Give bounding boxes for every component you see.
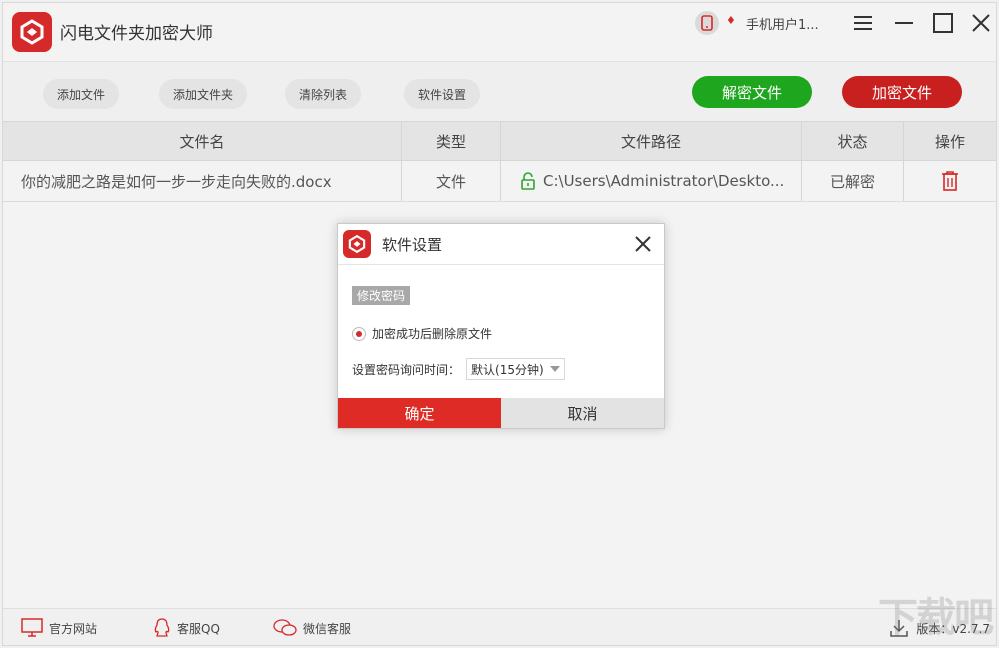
header-action: 操作	[934, 132, 965, 151]
download-icon	[890, 620, 909, 637]
qq-icon	[154, 618, 170, 637]
header-file-name: 文件名	[3, 122, 402, 160]
unlock-icon	[521, 172, 535, 190]
dialog-close-icon[interactable]	[632, 233, 654, 255]
row-path: C:\Users\Administrator\Deskto...	[543, 172, 785, 190]
decrypt-button[interactable]: 解密文件	[692, 76, 812, 108]
ask-time-label: 设置密码询问时间：	[352, 362, 461, 377]
clear-list-button[interactable]: 清除列表	[285, 79, 362, 109]
delete-original-label: 加密成功后删除原文件	[372, 327, 493, 341]
row-path-cell: C:\Users\Administrator\Deskto...	[501, 161, 802, 201]
header-type: 类型	[402, 122, 501, 160]
delete-original-option[interactable]: 加密成功后删除原文件	[352, 325, 492, 342]
qq-support-link[interactable]: 客服QQ	[153, 618, 220, 638]
ask-time-value: 默认(15分钟)	[471, 362, 544, 377]
settings-button[interactable]: 软件设置	[404, 79, 481, 109]
dialog-logo-icon	[343, 230, 371, 258]
close-icon[interactable]	[969, 11, 993, 35]
version-label: 版本：v2.7.7	[916, 621, 990, 636]
header-status: 状态	[802, 122, 904, 160]
row-file-name: 你的减肥之路是如何一步一步走向失败的.docx	[3, 161, 402, 201]
delete-icon[interactable]	[904, 161, 996, 201]
ok-button[interactable]: 确定	[338, 398, 501, 428]
settings-dialog: 软件设置 修改密码 加密成功后删除原文件 设置密码询问时间： 默认(15分钟) …	[337, 223, 665, 429]
toolbar: 添加文件 添加文件夹 清除列表 软件设置 解密文件 加密文件	[3, 61, 996, 122]
vip-diamond-icon: ♦	[726, 14, 736, 27]
cancel-button[interactable]: 取消	[501, 398, 664, 428]
official-website-link[interactable]: 官方网站	[21, 618, 97, 638]
dialog-header: 软件设置	[338, 224, 664, 265]
title-bar: 闪电文件夹加密大师 ♦ 手机用户1...	[3, 3, 996, 61]
ask-time-select[interactable]: 默认(15分钟)	[466, 358, 565, 380]
phone-icon[interactable]	[695, 11, 719, 35]
row-type: 文件	[402, 161, 501, 201]
wechat-support-label: 微信客服	[303, 621, 352, 636]
row-status: 已解密	[802, 161, 904, 201]
table-row[interactable]: 你的减肥之路是如何一步一步走向失败的.docx 文件 C:\Users\Admi…	[3, 161, 996, 202]
dialog-title: 软件设置	[382, 236, 443, 254]
maximize-icon[interactable]	[931, 11, 955, 35]
ask-time-row: 设置密码询问时间： 默认(15分钟)	[352, 358, 565, 380]
monitor-icon	[21, 618, 43, 637]
app-logo-icon	[12, 12, 52, 52]
minimize-icon[interactable]	[892, 11, 916, 35]
wechat-support-link[interactable]: 微信客服	[273, 618, 351, 638]
menu-icon[interactable]	[851, 11, 875, 35]
add-file-button[interactable]: 添加文件	[43, 79, 120, 109]
status-bar: 官方网站 客服QQ 微信客服 版本：v2.7.7	[3, 608, 996, 645]
chevron-down-icon	[549, 366, 560, 372]
add-folder-button[interactable]: 添加文件夹	[159, 79, 248, 109]
change-password-button[interactable]: 修改密码	[352, 286, 411, 305]
wechat-icon	[273, 619, 297, 636]
radio-button[interactable]	[352, 326, 366, 341]
user-name[interactable]: 手机用户1...	[746, 14, 819, 33]
version-info[interactable]: 版本：v2.7.7	[890, 619, 990, 637]
header-path: 文件路径	[501, 122, 802, 160]
table-header: 文件名 类型 文件路径 状态 操作	[3, 121, 996, 161]
file-table: 文件名 类型 文件路径 状态 操作 你的减肥之路是如何一步一步走向失败的.doc…	[3, 121, 996, 202]
official-website-label: 官方网站	[49, 621, 98, 636]
encrypt-button[interactable]: 加密文件	[842, 76, 962, 108]
qq-support-label: 客服QQ	[177, 621, 220, 636]
app-title: 闪电文件夹加密大师	[60, 24, 213, 44]
